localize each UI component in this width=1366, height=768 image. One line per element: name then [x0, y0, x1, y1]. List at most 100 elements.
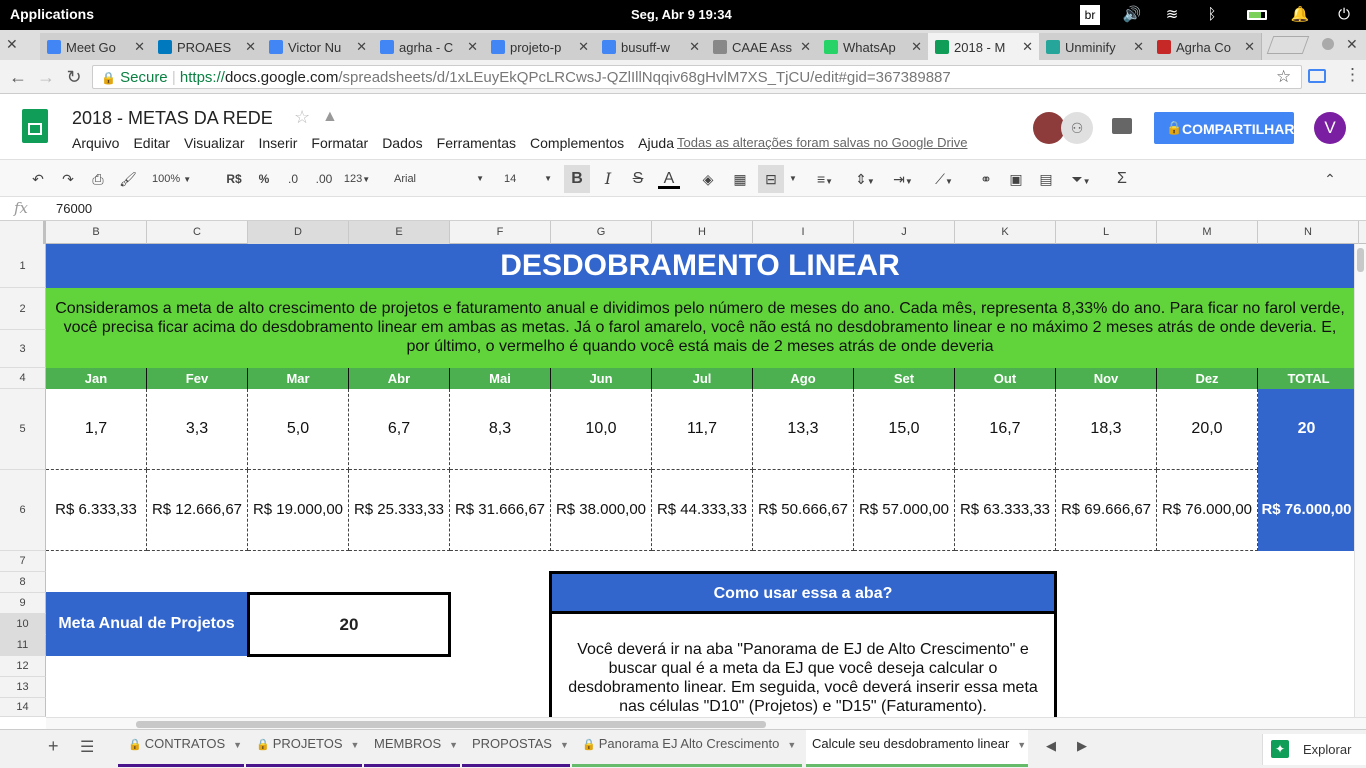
browser-tab[interactable]: 2018 - M ✕ — [928, 33, 1040, 60]
horizontal-scrollbar[interactable] — [46, 717, 1366, 729]
revenue-cell-nov[interactable]: R$ 69.666,67 — [1056, 470, 1157, 551]
document-title[interactable]: 2018 - METAS DA REDE — [72, 108, 273, 129]
menu-ajuda[interactable]: Ajuda — [638, 135, 674, 151]
projects-cell-dez[interactable]: 20,0 — [1157, 389, 1258, 470]
tab-dropdown-icon[interactable]: ▼ — [233, 740, 242, 750]
month-header-total[interactable]: TOTAL — [1258, 368, 1354, 389]
month-header-jun[interactable]: Jun — [551, 368, 652, 389]
zoom-select[interactable]: 100% ▼ — [152, 169, 208, 189]
row-header-8[interactable]: 8 — [0, 572, 46, 593]
projects-cell-out[interactable]: 16,7 — [955, 389, 1056, 470]
browser-tab[interactable]: projeto-p ✕ — [484, 33, 596, 60]
browser-menu-icon[interactable]: ⋮ — [1344, 65, 1361, 85]
column-header-f[interactable]: F — [450, 221, 551, 244]
column-header-b[interactable]: B — [46, 221, 147, 244]
collaborators-icon[interactable]: ⚇ — [1061, 112, 1093, 144]
column-header-c[interactable]: C — [147, 221, 248, 244]
text-wrapping-icon[interactable]: ⇥▼ — [888, 169, 918, 189]
horizontal-align-icon[interactable]: ≡▼ — [810, 169, 840, 189]
tab-close-icon[interactable]: ✕ — [800, 39, 811, 55]
projects-cell-jul[interactable]: 11,7 — [652, 389, 753, 470]
tab-close-icon[interactable]: ✕ — [356, 39, 367, 55]
formula-input[interactable]: 76000 — [56, 201, 92, 216]
comments-icon[interactable] — [1112, 118, 1132, 134]
wifi-icon[interactable]: ≋ — [1162, 5, 1182, 25]
row-header-2[interactable]: 2 — [0, 288, 46, 330]
browser-tab[interactable]: WhatsAp ✕ — [817, 33, 929, 60]
increase-decimal-button[interactable]: .00 — [312, 169, 336, 189]
howto-title[interactable]: Como usar essa a aba? — [552, 574, 1054, 614]
tab-dropdown-icon[interactable]: ▼ — [560, 740, 569, 750]
strikethrough-button[interactable]: S — [628, 169, 648, 189]
projects-cell-mar[interactable]: 5,0 — [248, 389, 349, 470]
explore-button[interactable]: ✦ Explorar — [1262, 734, 1366, 765]
percent-format-button[interactable]: % — [254, 169, 274, 189]
currency-format-button[interactable]: R$ — [222, 169, 246, 189]
column-header-g[interactable]: G — [551, 221, 652, 244]
revenue-cell-dez[interactable]: R$ 76.000,00 — [1157, 470, 1258, 551]
font-family-select[interactable]: Arial ▼ — [394, 169, 484, 189]
keyboard-layout-indicator[interactable]: br — [1080, 5, 1100, 25]
column-header-n[interactable]: N — [1258, 221, 1359, 244]
month-header-dez[interactable]: Dez — [1157, 368, 1258, 389]
merge-dropdown-icon[interactable]: ▼ — [788, 169, 798, 189]
sheets-logo-icon[interactable] — [22, 109, 48, 143]
tab-dropdown-icon[interactable]: ▼ — [449, 740, 458, 750]
projects-cell-jan[interactable]: 1,7 — [46, 389, 147, 470]
revenue-cell-jul[interactable]: R$ 44.333,33 — [652, 470, 753, 551]
browser-tab[interactable]: CAAE Ass ✕ — [706, 33, 818, 60]
new-tab-button[interactable] — [1266, 36, 1310, 54]
month-header-ago[interactable]: Ago — [753, 368, 854, 389]
projects-cell-ago[interactable]: 13,3 — [753, 389, 854, 470]
row-header-5[interactable]: 5 — [0, 389, 46, 470]
month-header-fev[interactable]: Fev — [147, 368, 248, 389]
fill-color-icon[interactable]: ◈ — [698, 169, 718, 189]
revenue-cell-total[interactable]: R$ 76.000,00 — [1258, 470, 1354, 551]
browser-tab[interactable]: busuff-w ✕ — [595, 33, 707, 60]
text-color-button[interactable]: A — [658, 169, 680, 189]
scroll-tabs-right-icon[interactable]: ▶ — [1077, 738, 1087, 754]
bold-button[interactable]: B — [564, 165, 590, 193]
projects-cell-jun[interactable]: 10,0 — [551, 389, 652, 470]
redo-icon[interactable]: ↷ — [58, 169, 78, 189]
volume-icon[interactable]: 🔊 — [1122, 5, 1142, 25]
month-header-out[interactable]: Out — [955, 368, 1056, 389]
row-header-13[interactable]: 13 — [0, 677, 46, 698]
all-sheets-icon[interactable]: ☰ — [80, 737, 94, 757]
sheet-tab[interactable]: PROPOSTAS ▼ — [462, 730, 570, 767]
tab-close-icon[interactable]: ✕ — [578, 39, 589, 55]
column-header-j[interactable]: J — [854, 221, 955, 244]
tab-dropdown-icon[interactable]: ▼ — [1017, 740, 1026, 750]
text-rotation-icon[interactable]: ⟋▼ — [928, 169, 960, 189]
menu-inserir[interactable]: Inserir — [258, 135, 297, 151]
tab-close-icon[interactable]: ✕ — [911, 39, 922, 55]
column-header-l[interactable]: L — [1056, 221, 1157, 244]
revenue-cell-out[interactable]: R$ 63.333,33 — [955, 470, 1056, 551]
star-icon[interactable]: ☆ — [294, 107, 310, 128]
month-header-mar[interactable]: Mar — [248, 368, 349, 389]
tab-close-icon[interactable]: ✕ — [467, 39, 478, 55]
insert-chart-icon[interactable]: ▤ — [1036, 169, 1056, 189]
cast-icon[interactable] — [1308, 69, 1326, 83]
reload-icon[interactable]: ↻ — [64, 67, 84, 87]
revenue-cell-fev[interactable]: R$ 12.666,67 — [147, 470, 248, 551]
decrease-decimal-button[interactable]: .0 — [282, 169, 304, 189]
month-header-jul[interactable]: Jul — [652, 368, 753, 389]
meta-value-cell[interactable]: 20 — [247, 592, 451, 657]
row-header-3[interactable]: 3 — [0, 330, 46, 368]
month-header-jan[interactable]: Jan — [46, 368, 147, 389]
italic-button[interactable]: I — [598, 169, 618, 189]
vertical-align-icon[interactable]: ⇕▼ — [850, 169, 880, 189]
row-header-4[interactable]: 4 — [0, 368, 46, 389]
revenue-cell-jun[interactable]: R$ 38.000,00 — [551, 470, 652, 551]
forward-icon[interactable]: → — [36, 67, 56, 87]
window-close-icon[interactable]: ✕ — [1346, 36, 1358, 53]
vertical-scroll-thumb[interactable] — [1357, 248, 1364, 272]
merge-cells-icon[interactable]: ⊟ — [758, 165, 784, 193]
row-header-11[interactable]: 11 — [0, 635, 46, 656]
save-status[interactable]: Todas as alterações foram salvas no Goog… — [677, 135, 967, 150]
month-header-abr[interactable]: Abr — [349, 368, 450, 389]
tab-close-icon[interactable]: ✕ — [134, 39, 145, 55]
functions-icon[interactable]: Σ — [1112, 169, 1132, 189]
column-header-k[interactable]: K — [955, 221, 1056, 244]
